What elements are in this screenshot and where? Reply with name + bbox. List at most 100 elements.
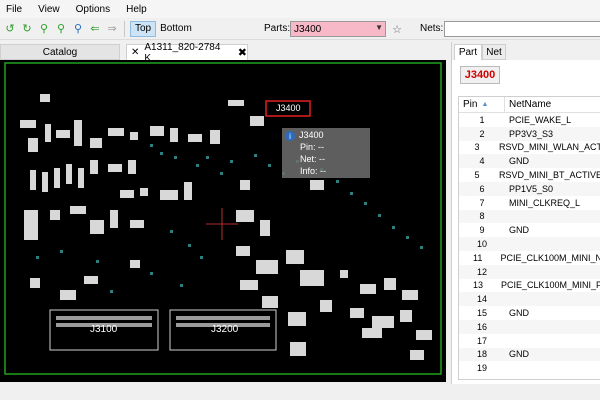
table-row[interactable]: 1 PCIE_WAKE_L [459, 113, 600, 127]
nets-input[interactable] [444, 21, 600, 37]
top-side-toggle[interactable]: Top [130, 20, 157, 37]
table-row[interactable]: 14 [459, 292, 600, 307]
pin-number: 15 [476, 308, 487, 319]
table-row[interactable]: 7 MINI_CLKREQ_L [459, 196, 600, 210]
menu-file[interactable]: File [6, 4, 22, 15]
pin-number: 10 [476, 239, 487, 250]
table-row[interactable]: 18 GND [459, 347, 600, 362]
net-name: PCIE_CLK100M_MINI_N [500, 252, 600, 263]
pin-number: 16 [476, 321, 487, 332]
table-row[interactable]: 16 [459, 320, 600, 334]
pin-number: 5 [474, 170, 480, 181]
table-row[interactable]: 2 PP3V3_S3 [459, 126, 600, 141]
table-row[interactable]: 8 [459, 209, 600, 224]
pin-icon[interactable]: ✕ [131, 47, 139, 58]
svg-text:i: i [289, 132, 291, 141]
pin-number: 13 [472, 280, 483, 291]
table-row[interactable]: 15 GND [459, 306, 600, 320]
pin-number: 12 [476, 266, 487, 277]
net-name: RSVD_MINI_WLAN_ACT [498, 142, 600, 153]
menu-options[interactable]: Options [76, 4, 110, 15]
net-name: GND [509, 225, 529, 236]
table-row[interactable]: 4 GND [459, 154, 600, 169]
net-name: PCIE_CLK100M_MINI_P [500, 280, 600, 291]
pin-table-header: Pin ▲ NetName [459, 97, 600, 113]
tooltip-info: Info: -- [300, 166, 327, 176]
panel-tabs: Part Net [452, 42, 600, 60]
pin-number: 11 [473, 252, 483, 263]
parts-combo[interactable]: J3400 ▼ [290, 21, 386, 37]
pin-number: 6 [479, 183, 485, 194]
rotate-right-icon[interactable]: ↻ [20, 22, 34, 36]
menu-help[interactable]: Help [126, 4, 147, 15]
column-header-pin[interactable]: Pin ▲ [459, 97, 505, 112]
table-row[interactable]: 5 RSVD_MINI_BT_ACTIVE [459, 168, 600, 182]
rotate-left-icon[interactable]: ↺ [3, 22, 17, 36]
parts-label: Parts: [264, 23, 291, 34]
selected-part-label[interactable]: J3400 [276, 103, 301, 113]
clear-search-icon[interactable]: ☆ [390, 21, 404, 37]
tooltip-title: J3400 [299, 130, 324, 140]
pin-number: 7 [479, 197, 485, 208]
status-bar [0, 384, 600, 400]
net-name: GND [509, 349, 529, 360]
column-header-netname[interactable]: NetName [505, 97, 551, 112]
table-row[interactable]: 11 PCIE_CLK100M_MINI_N [459, 251, 600, 265]
tooltip-net: Net: -- [300, 154, 326, 164]
tab-catalog-label: Catalog [42, 46, 78, 58]
tab-catalog[interactable]: Catalog [0, 44, 120, 60]
component-label-j3200[interactable]: J3200 [211, 324, 238, 335]
component-label-j3100[interactable]: J3100 [90, 324, 117, 335]
pin-table: Pin ▲ NetName 1 PCIE_WAKE_L 2 PP3V3_S3 3 RSVD… [458, 96, 600, 380]
tab-part[interactable]: Part [454, 44, 482, 60]
net-name: MINI_CLKREQ_L [509, 197, 581, 208]
close-icon[interactable]: ✖ [238, 46, 247, 59]
pin-table-body: 1 PCIE_WAKE_L 2 PP3V3_S3 3 RSVD_MINI_WLAN_ACT… [459, 113, 600, 379]
net-name: GND [509, 308, 529, 319]
zoom-out-icon[interactable]: ⚲ [54, 22, 68, 36]
parts-combo-value: J3400 [294, 23, 322, 35]
pin-number: 1 [479, 114, 485, 125]
net-name: PP1V5_S0 [509, 183, 554, 194]
pin-number: 3 [474, 142, 480, 153]
forward-arrow-icon[interactable]: ⇒ [105, 22, 119, 36]
menu-bar: File View Options Help [0, 0, 600, 18]
zoom-fit-icon[interactable]: ⚲ [71, 22, 85, 36]
pin-number: 4 [479, 156, 485, 167]
pin-number: 8 [479, 211, 485, 222]
part-panel: Part Net J3400 Pin ▲ NetName 1 PCIE_WAKE_… [451, 42, 600, 384]
chevron-down-icon[interactable]: ▼ [375, 23, 383, 32]
zoom-in-icon[interactable]: ⚲ [37, 22, 51, 36]
board-canvas[interactable]: i J3400 J3400 Pin: -- Net: -- Info: -- J… [0, 60, 446, 382]
bottom-side-toggle[interactable]: Bottom [156, 21, 196, 37]
pin-number: 17 [476, 335, 487, 346]
net-name: GND [509, 156, 529, 167]
crosshair [206, 208, 238, 240]
pin-number: 14 [476, 294, 487, 305]
pin-number: 19 [476, 363, 487, 374]
tab-net[interactable]: Net [482, 44, 506, 60]
nets-label: Nets: [420, 23, 444, 34]
table-row[interactable]: 19 [459, 361, 600, 375]
sort-ascending-icon: ▲ [481, 101, 489, 108]
menu-view[interactable]: View [38, 4, 60, 15]
table-row[interactable]: 17 [459, 334, 600, 348]
back-arrow-icon[interactable]: ⇐ [88, 22, 102, 36]
tab-board[interactable]: ✕ A1311_820-2784 K... ✖ [126, 42, 248, 64]
column-header-pin-label: Pin [463, 99, 478, 110]
table-row[interactable]: 6 PP1V5_S0 [459, 182, 600, 196]
part-name-badge: J3400 [460, 66, 500, 84]
pin-number: 9 [479, 225, 485, 236]
document-tabs: Catalog ✕ A1311_820-2784 K... ✖ [0, 42, 448, 64]
net-name: PP3V3_S3 [509, 128, 554, 139]
table-row[interactable]: 3 RSVD_MINI_WLAN_ACT [459, 141, 600, 155]
table-row[interactable]: 12 [459, 264, 600, 279]
board-components [20, 94, 432, 360]
pin-number: 2 [479, 128, 485, 139]
table-row[interactable]: 13 PCIE_CLK100M_MINI_P [459, 279, 600, 293]
net-name: RSVD_MINI_BT_ACTIVE [498, 170, 600, 181]
table-row[interactable]: 10 [459, 237, 600, 251]
pin-number: 18 [476, 349, 487, 360]
table-row[interactable]: 9 GND [459, 223, 600, 237]
toolbar-separator [124, 20, 125, 37]
